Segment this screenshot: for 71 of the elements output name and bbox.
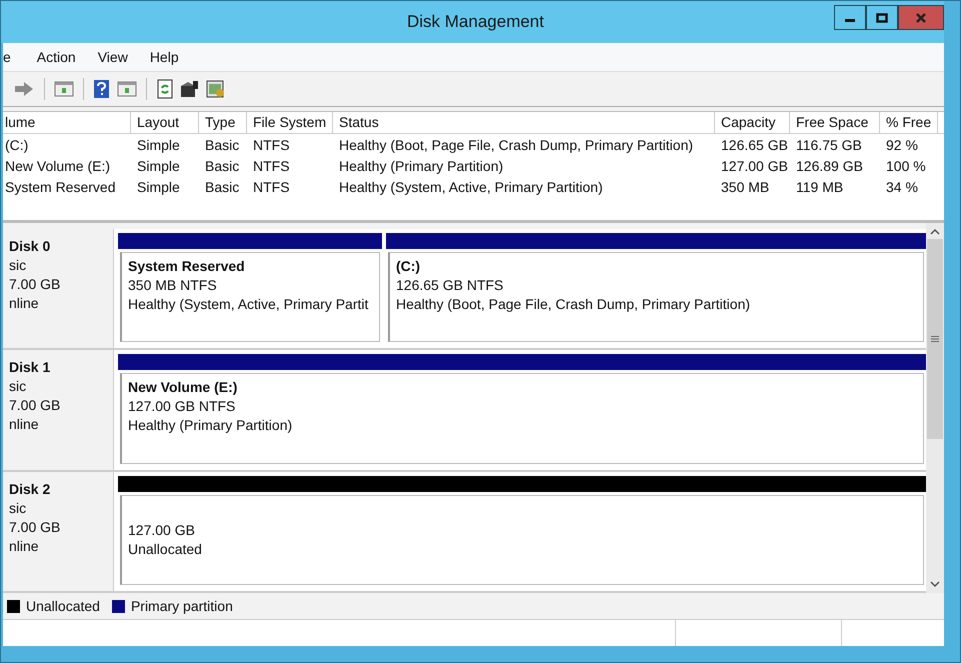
disk-size: 7.00 GB (9, 396, 62, 416)
disk-name: Disk 1 (9, 358, 52, 378)
close-icon (915, 12, 927, 22)
table-cell-text: NTFS (252, 136, 291, 152)
disk-type: sic (9, 498, 28, 518)
table-cell-text: 92 % (885, 136, 919, 152)
partition-size: 127.00 GB (128, 520, 196, 540)
table-cell-text: Healthy (Boot, Page File, Crash Dump, Primary Partition) (338, 136, 694, 152)
table-cell-text: Simple (136, 136, 181, 152)
table-cell-text: 126.65 GB (720, 136, 789, 152)
partition-status: Unallocated (128, 540, 203, 559)
window-title: Disk Management (406, 12, 544, 32)
table-cell-text: Simple (136, 158, 181, 174)
menu-item[interactable]: Help (150, 49, 187, 65)
disk-status: nline (9, 415, 40, 434)
table-cell-text: New Volume (E:) (4, 158, 112, 174)
table-cell-text: Healthy (System, Active, Primary Partition) (338, 178, 604, 194)
disk-size: 7.00 GB (9, 275, 62, 294)
table-cell-text: 34 % (885, 178, 919, 194)
table-cell-text: Basic (204, 178, 240, 194)
table-cell-text: Healthy (Primary Partition) (338, 158, 504, 174)
table-cell-text: NTFS (252, 178, 291, 194)
table-cell-text: 100 % (885, 158, 927, 174)
disk-name: Disk 0 (9, 237, 52, 256)
partition-status: Healthy (System, Active, Primary Partit (128, 295, 370, 314)
disk-type: sic (9, 256, 28, 275)
disk-type: sic (9, 377, 28, 396)
console-tree-icon[interactable] (54, 80, 74, 98)
legend-label: Unallocated (26, 598, 100, 614)
table-cell-text: 350 MB (720, 178, 770, 194)
partition-size: 350 MB NTFS (128, 276, 218, 295)
column-header[interactable]: lume (3, 112, 131, 133)
disk-status: nline (9, 536, 40, 556)
partition-status: Healthy (Boot, Page File, Crash Dump, Primary Partition) (396, 295, 752, 314)
scrollbar[interactable] (926, 223, 944, 593)
table-cell-text: (C:) (4, 136, 30, 152)
forward-arrow-icon[interactable] (13, 80, 35, 98)
scroll-thumb[interactable] (927, 239, 943, 439)
table-cell-text: Basic (204, 136, 240, 152)
menu-item[interactable]: Action (36, 49, 84, 65)
table-cell-text: 116.75 GB (795, 136, 863, 152)
menu-item[interactable]: e (3, 49, 19, 65)
help-icon[interactable] (93, 79, 111, 99)
minimize-icon (845, 19, 855, 22)
table-cell-text: Simple (136, 178, 181, 194)
maximize-button[interactable] (866, 5, 898, 30)
minimize-button[interactable] (834, 5, 866, 30)
refresh-icon[interactable] (156, 79, 174, 99)
disk-status: nline (9, 294, 40, 313)
maximize-icon (876, 12, 888, 22)
legend-label: Primary partition (130, 598, 233, 614)
table-cell-text: 119 MB (795, 178, 844, 194)
table-cell-text: Basic (204, 158, 240, 174)
scroll-down-icon[interactable] (929, 579, 941, 589)
disk-size: 7.00 GB (9, 518, 62, 537)
table-cell-text: System Reserved (4, 178, 116, 194)
close-button[interactable] (898, 5, 944, 30)
table-cell-text: 127.00 GB (720, 158, 789, 174)
scroll-up-icon[interactable] (929, 227, 941, 237)
partition-title: New Volume (E:) (128, 378, 238, 398)
partition-size: 126.65 GB NTFS (396, 276, 504, 295)
menu-item[interactable]: View (98, 49, 136, 65)
partition-title: (C:) (396, 257, 422, 276)
partition-title: System Reserved (128, 257, 246, 276)
table-cell-text: 126.89 GB (795, 158, 864, 174)
partition-status: Healthy (Primary Partition) (128, 416, 294, 436)
properties-icon[interactable] (180, 80, 200, 98)
table-cell-text: NTFS (252, 158, 291, 174)
disk-name: Disk 2 (9, 480, 52, 499)
action-pane-icon[interactable] (117, 80, 137, 98)
partition-size: 127.00 GB NTFS (128, 397, 236, 416)
